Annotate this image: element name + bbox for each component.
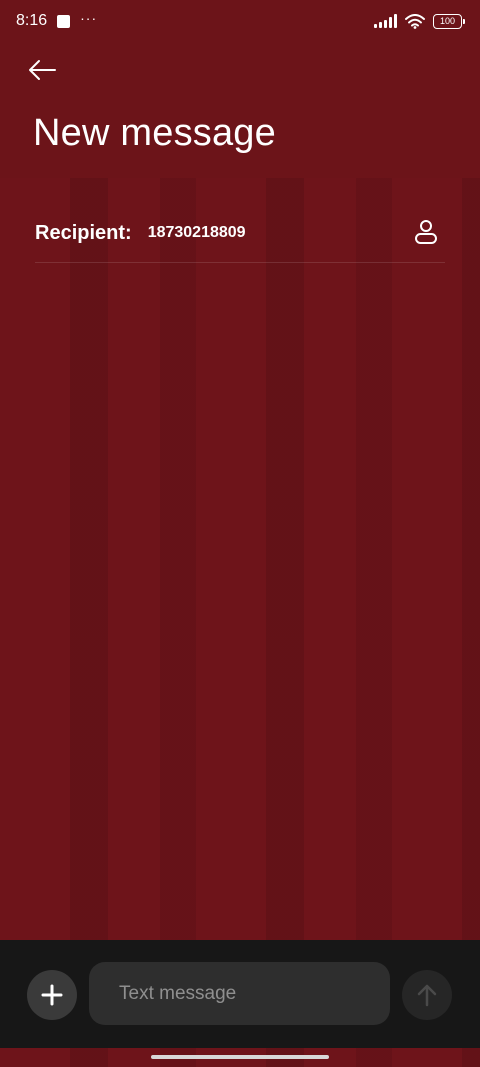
home-indicator[interactable] (151, 1055, 329, 1059)
battery-icon: 100 (433, 13, 465, 29)
arrow-up-icon (417, 984, 437, 1007)
arrow-left-icon (29, 60, 56, 80)
send-button[interactable] (402, 970, 452, 1020)
contact-picker-button[interactable] (411, 217, 441, 247)
add-attachment-button[interactable] (27, 970, 77, 1020)
person-icon (415, 220, 437, 244)
status-left: 8:16 ··· (16, 10, 98, 30)
status-right: 100 (374, 13, 465, 29)
message-composer (0, 940, 480, 1048)
notification-square-icon (57, 14, 71, 28)
status-time: 8:16 (16, 12, 48, 29)
signal-icon (374, 14, 397, 28)
message-input[interactable] (117, 981, 371, 1006)
status-bar: 8:16 ··· 100 (0, 0, 480, 42)
recipient-row: Recipient: (35, 204, 445, 263)
recipient-label: Recipient: (35, 221, 132, 244)
status-overflow: ··· (80, 10, 98, 26)
recipient-input[interactable] (147, 224, 388, 242)
message-input-container[interactable] (89, 962, 390, 1025)
plus-icon (41, 984, 63, 1006)
page-title: New message (33, 112, 276, 154)
back-button[interactable] (22, 52, 62, 88)
wifi-icon (405, 13, 425, 29)
